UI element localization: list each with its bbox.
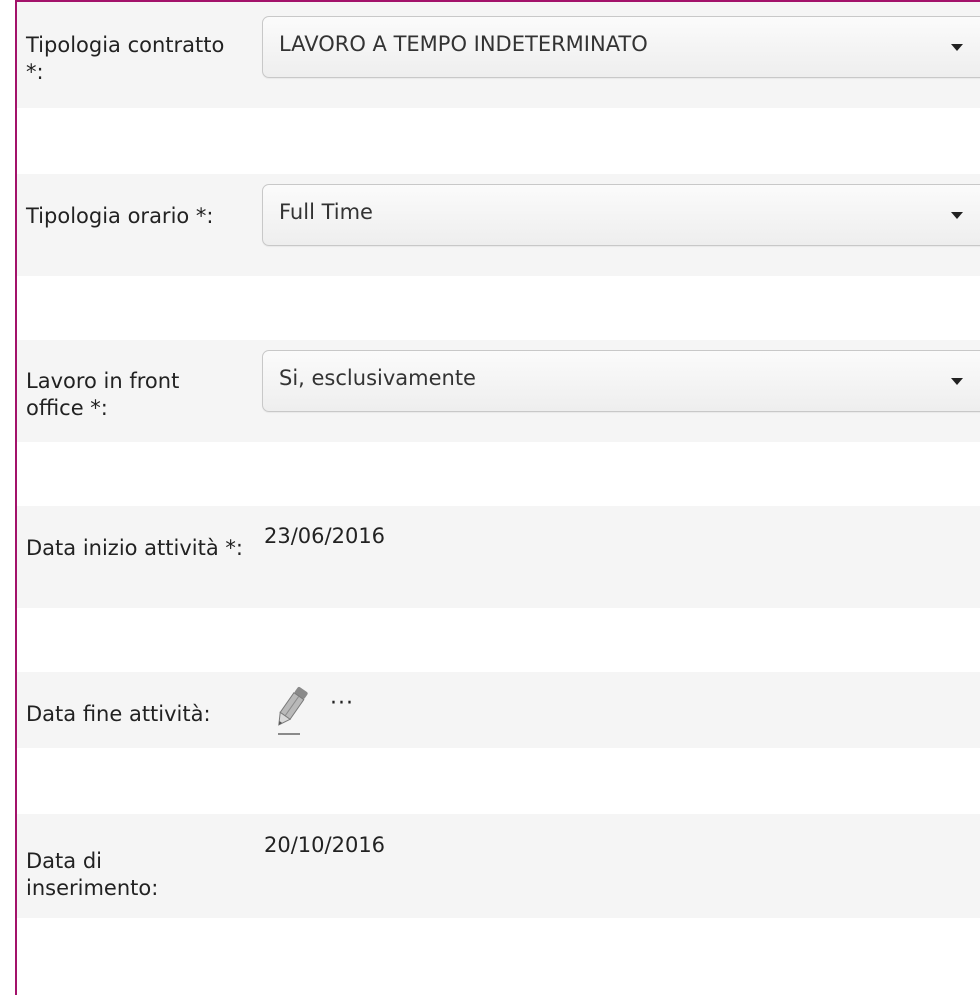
chevron-down-icon xyxy=(951,378,963,385)
front-office-label: Lavoro in front office *: xyxy=(26,369,180,420)
schedule-type-selected: Full Time xyxy=(279,200,373,224)
insertion-date-value: 20/10/2016 xyxy=(264,833,386,857)
start-date-label: Data inizio attività *: xyxy=(26,536,243,560)
chevron-down-icon xyxy=(951,44,963,51)
pencil-icon[interactable] xyxy=(272,682,312,738)
front-office-selected: Si, esclusivamente xyxy=(279,366,476,390)
contract-type-select[interactable]: LAVORO A TEMPO INDETERMINATO xyxy=(262,16,980,78)
chevron-down-icon xyxy=(951,212,963,219)
more-options-button[interactable]: ··· xyxy=(330,690,354,717)
insertion-date-label: Data di inserimento: xyxy=(26,849,159,900)
schedule-type-select[interactable]: Full Time xyxy=(262,184,980,246)
start-date-value: 23/06/2016 xyxy=(264,524,386,548)
front-office-select[interactable]: Si, esclusivamente xyxy=(262,350,980,412)
end-date-label: Data fine attività: xyxy=(26,702,211,726)
contract-type-label: Tipologia contratto *: xyxy=(26,33,225,84)
schedule-type-label: Tipologia orario *: xyxy=(26,204,214,228)
contract-type-selected: LAVORO A TEMPO INDETERMINATO xyxy=(279,32,648,56)
